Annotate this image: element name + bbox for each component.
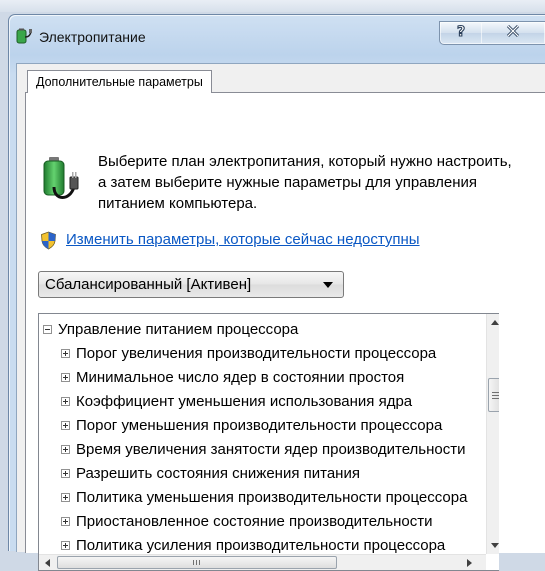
help-icon: ? [454, 23, 468, 44]
close-button[interactable] [481, 21, 545, 45]
tree-item-label: Политика усиления производительности про… [76, 537, 446, 554]
uac-shield-icon [40, 231, 57, 250]
vertical-scrollbar[interactable] [486, 314, 499, 554]
chevron-down-icon [323, 282, 333, 288]
expand-icon[interactable] [61, 396, 70, 406]
collapse-icon[interactable] [43, 324, 52, 334]
expand-icon[interactable] [61, 516, 70, 526]
tree-item-label: Приостановленное состояние производитель… [76, 513, 433, 530]
expand-icon[interactable] [61, 540, 70, 550]
tree-item-label: Политика уменьшения производительности п… [76, 489, 468, 506]
tree-item-label: Управление питанием процессора [58, 321, 299, 338]
tree-item[interactable]: Разрешить состояния снижения питания [61, 462, 360, 486]
power-plan-dropdown[interactable]: Сбалансированный [Активен] [38, 271, 344, 298]
advanced-settings-tree[interactable]: Управление питанием процессора Порог уве… [38, 313, 499, 571]
horizontal-scroll-thumb[interactable] [57, 556, 337, 569]
intro-description: Выберите план электропитания, который ну… [98, 153, 512, 212]
tree-item-label: Порог уменьшения производительности проц… [76, 417, 443, 434]
grip-line [199, 560, 200, 565]
tab-panel: Выберите план электропитания, который ну… [25, 92, 545, 571]
window-title: Электропитание [39, 29, 146, 45]
close-icon [506, 24, 520, 43]
expand-icon[interactable] [61, 492, 70, 502]
expand-icon[interactable] [61, 372, 70, 382]
vertical-scroll-thumb[interactable] [488, 378, 499, 412]
power-options-dialog: Электропитание ? Дополнительные параметр… [8, 14, 545, 571]
grip-line [193, 560, 194, 565]
scroll-up-icon[interactable] [491, 320, 499, 325]
tree-item-label: Разрешить состояния снижения питания [76, 465, 360, 482]
title-bar[interactable]: Электропитание ? [9, 15, 545, 55]
power-plug-battery-icon [40, 157, 80, 205]
horizontal-scrollbar[interactable] [39, 554, 486, 570]
scroll-right-icon[interactable] [467, 559, 472, 567]
tree-item-label: Время увеличения занятости ядер производ… [76, 441, 466, 458]
expand-icon[interactable] [61, 468, 70, 478]
power-plan-selected-value: Сбалансированный [Активен] [45, 276, 252, 293]
tree-item[interactable]: Минимальное число ядер в состоянии прост… [61, 366, 404, 390]
tree-item[interactable]: Политика уменьшения производительности п… [61, 486, 467, 510]
grip-line [492, 395, 499, 396]
tree-item[interactable]: Приостановленное состояние производитель… [61, 510, 433, 534]
tree-item-label: Порог увеличения производительности проц… [76, 345, 437, 362]
expand-icon[interactable] [61, 420, 70, 430]
tree-item-label: Коэффициент уменьшения использования ядр… [76, 393, 413, 410]
grip-line [492, 398, 499, 399]
power-options-icon [15, 27, 33, 45]
dialog-client-area: Дополнительные параметры Выберите план э… [16, 63, 545, 571]
tree-item[interactable]: Порог уменьшения производительности проц… [61, 414, 442, 438]
tree-item[interactable]: Порог увеличения производительности проц… [61, 342, 436, 366]
scroll-down-icon[interactable] [491, 543, 499, 548]
help-button[interactable]: ? [439, 21, 483, 45]
tree-item-label: Минимальное число ядер в состоянии прост… [76, 369, 405, 386]
scroll-left-icon[interactable] [45, 559, 50, 567]
change-unavailable-settings-link[interactable]: Изменить параметры, которые сейчас недос… [66, 231, 420, 248]
tab-advanced-settings[interactable]: Дополнительные параметры [27, 70, 212, 93]
desktop-background [0, 0, 545, 12]
tree-item[interactable]: Коэффициент уменьшения использования ядр… [61, 390, 412, 414]
expand-icon[interactable] [61, 348, 70, 358]
expand-icon[interactable] [61, 444, 70, 454]
tree-item-processor-power-management[interactable]: Управление питанием процессора [43, 318, 298, 342]
grip-line [492, 392, 499, 393]
grip-line [196, 560, 197, 565]
tree-item[interactable]: Время увеличения занятости ядер производ… [61, 438, 466, 462]
svg-text:?: ? [457, 24, 465, 39]
